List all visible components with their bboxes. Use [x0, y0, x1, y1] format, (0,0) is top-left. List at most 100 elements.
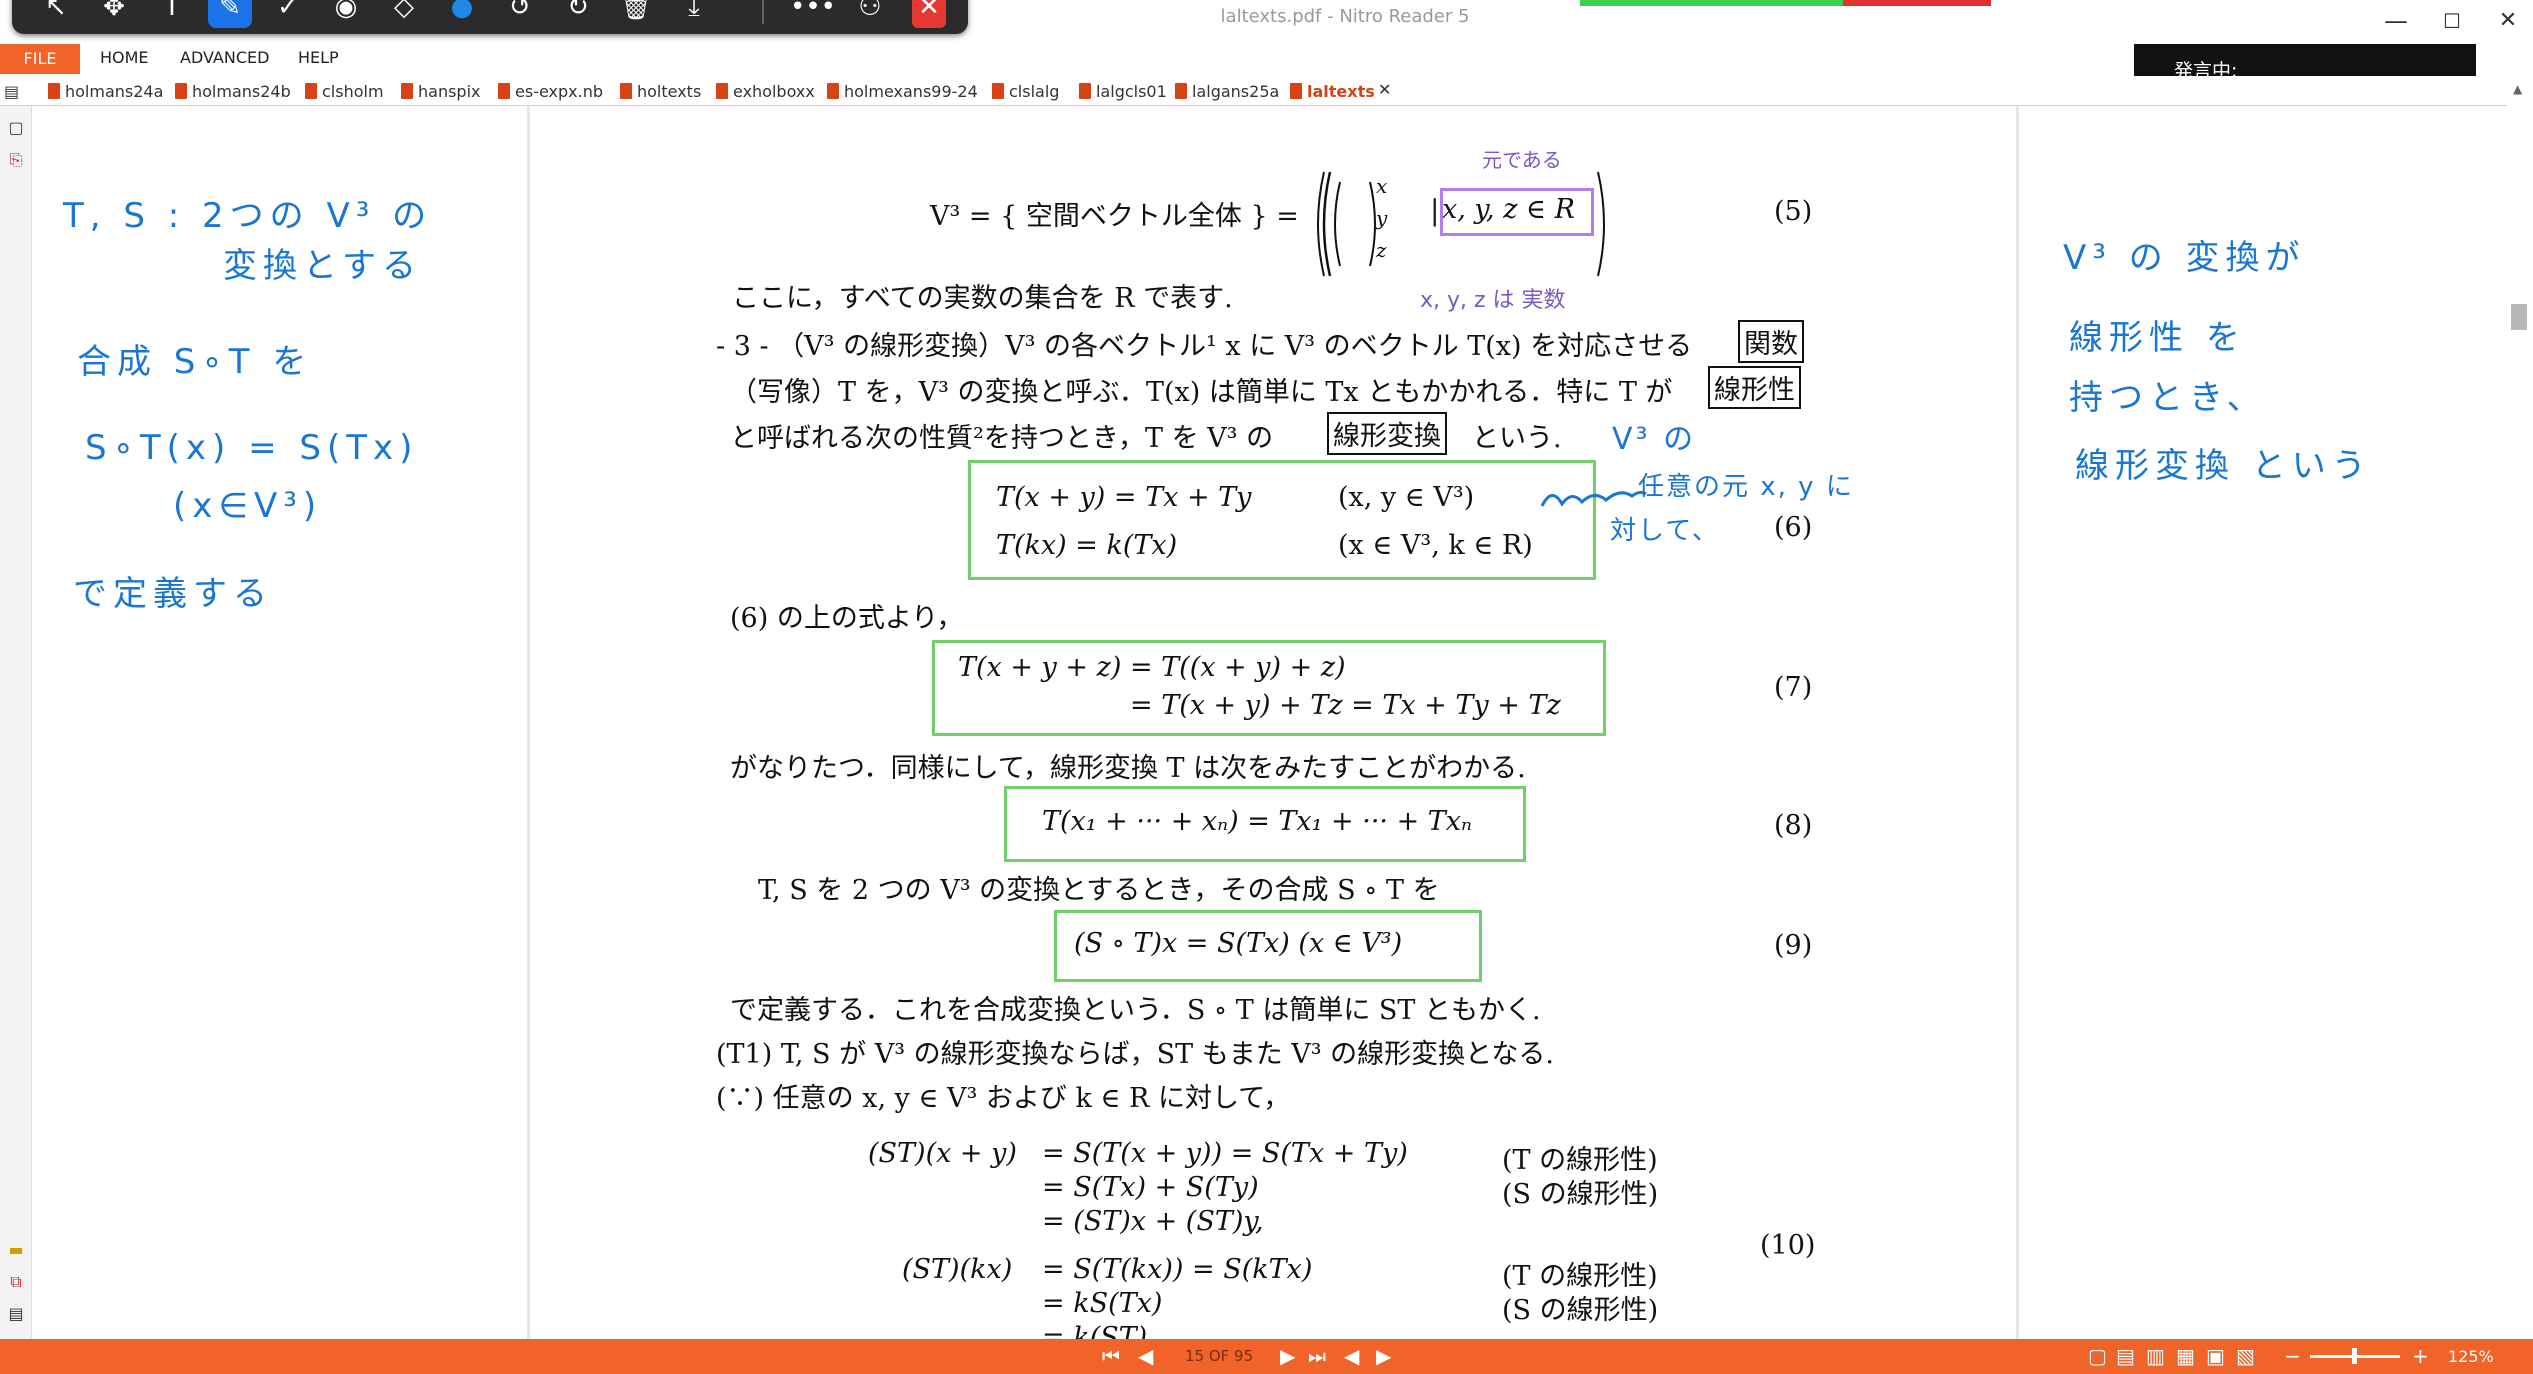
pdf-file-icon — [175, 83, 187, 99]
tab-holmexans99-24[interactable]: holmexans99-24 — [827, 80, 978, 104]
scrollbar-thumb[interactable] — [2511, 304, 2527, 330]
delete-icon[interactable]: 🗑 — [614, 0, 658, 28]
left-panel-strip: ▢ ⎘ ▬ ⧉ ▤ — [0, 106, 32, 1339]
eq6-line1: T(x + y) = Tx + Ty — [996, 482, 1252, 513]
close-button[interactable]: ✕ — [2478, 2, 2533, 40]
tab-es-expx[interactable]: es-expx.nb — [498, 80, 603, 104]
minimize-button[interactable]: — — [2366, 2, 2426, 40]
share-icon[interactable]: ⚇ — [848, 0, 892, 28]
tab-clsholm[interactable]: clsholm — [305, 80, 384, 104]
handwritten-note: V³ の — [1612, 422, 1697, 457]
prev-page-button[interactable]: ◀ — [1138, 1339, 1153, 1374]
last-page-button[interactable]: ⏭ — [1308, 1339, 1326, 1374]
tab-lalgcls01[interactable]: lalgcls01 — [1079, 80, 1167, 104]
menu-home[interactable]: HOME — [100, 48, 149, 67]
tab-laltexts[interactable]: laltexts — [1290, 80, 1375, 104]
handwritten-note: で定義する — [73, 574, 273, 614]
next-page-button[interactable]: ▶ — [1280, 1339, 1295, 1374]
zoom-level[interactable]: 125% — [2448, 1339, 2494, 1374]
bookmark-icon[interactable] — [6, 150, 26, 170]
fit-page-icon[interactable]: ▣ — [2206, 1339, 2225, 1374]
tab-label: holmans24a — [65, 82, 164, 101]
close-icon[interactable]: ✕ — [912, 0, 946, 28]
tab-holmans24b[interactable]: holmans24b — [175, 80, 291, 104]
window-title: laltexts.pdf - Nitro Reader 5 — [1220, 6, 1470, 27]
menu-help[interactable]: HELP — [298, 48, 339, 67]
eq6-number: (6) — [1774, 512, 1813, 543]
maximize-button[interactable]: ☐ — [2422, 2, 2482, 40]
first-page-button[interactable]: ⏮ — [1102, 1339, 1120, 1374]
tab-hanspix[interactable]: hanspix — [401, 80, 481, 104]
tab-label: holmexans99-24 — [844, 82, 978, 101]
move-icon[interactable]: ✥ — [92, 0, 136, 28]
eq10-note2: (S の線形性) — [1502, 1179, 1659, 1210]
menu-file[interactable]: FILE — [0, 44, 80, 74]
tab-label: lalgcls01 — [1096, 82, 1167, 101]
boxed-term-senkeisei: 線形性 — [1708, 366, 1801, 409]
handwritten-note: T, S : 2つの V³ の — [63, 196, 433, 236]
text-cursor-icon[interactable]: I — [150, 0, 194, 28]
eq10-rhs3: = (ST)x + (ST)y, — [1042, 1206, 1264, 1237]
pdf-file-icon — [620, 83, 632, 99]
tab-holtexts[interactable]: holtexts — [620, 80, 701, 104]
back-view-icon[interactable]: ◀ — [1344, 1339, 1359, 1374]
redo-icon[interactable]: ↻ — [556, 0, 600, 28]
eq5-outer-braces — [1317, 171, 1605, 277]
scroll-up-icon[interactable]: ▲ — [2513, 82, 2522, 96]
toolbar-divider — [762, 0, 764, 24]
text-line: (T1) T, S が V³ の線形変換ならば，ST もまた V³ の線形変換と… — [716, 1039, 1554, 1070]
pdf-file-icon — [827, 83, 839, 99]
tab-clslalg[interactable]: clslalg — [992, 80, 1059, 104]
red-indicator-bar — [1843, 0, 1991, 6]
copy-icon[interactable]: ⧉ — [6, 1272, 26, 1292]
page-indicator[interactable]: 15 OF 95 — [1185, 1339, 1253, 1374]
check-icon[interactable]: ✓ — [266, 0, 310, 28]
menu-advanced[interactable]: ADVANCED — [180, 48, 269, 67]
handwritten-note: S∘T(x) = S(Tx) — [85, 428, 419, 468]
facing-continuous-icon[interactable]: ▦ — [2176, 1339, 2195, 1374]
text-line: - 3 - （V³ の線形変換）V³ の各ベクトル¹ x に V³ のベクトル … — [716, 331, 1693, 362]
eq10-lhs1: (ST)(x + y) — [868, 1138, 1017, 1169]
tab-label: es-expx.nb — [515, 82, 603, 101]
zoom-out-button[interactable]: − — [2284, 1339, 2301, 1374]
vertical-scrollbar[interactable]: ▲ — [2507, 76, 2533, 1339]
pdf-file-icon — [992, 83, 1004, 99]
tab-lalgans25a[interactable]: lalgans25a — [1175, 80, 1279, 104]
tab-list-icon[interactable]: ▤ — [4, 80, 19, 104]
zoom-in-button[interactable]: + — [2412, 1339, 2429, 1374]
pdf-file-icon — [1175, 83, 1187, 99]
tab-label: exholboxx — [733, 82, 815, 101]
handwritten-note: 線形変換 という — [2075, 446, 2372, 486]
eraser-icon[interactable]: ◇ — [382, 0, 426, 28]
stamp-icon[interactable]: ◉ — [324, 0, 368, 28]
right-margin-notes: V³ の 変換が 線形性 を 持つとき、 線形変換 という — [2019, 106, 2507, 1339]
tab-label: clsholm — [322, 82, 384, 101]
color-dot-icon[interactable]: ● — [440, 0, 484, 28]
handwritten-note: 持つとき、 — [2069, 378, 2267, 418]
comments-icon[interactable]: ▬ — [6, 1240, 26, 1260]
zoom-slider-knob[interactable] — [2352, 1348, 2357, 1364]
fit-width-icon[interactable]: ▧ — [2236, 1339, 2255, 1374]
tab-close-icon[interactable]: ✕ — [1378, 80, 1391, 99]
tab-label: hanspix — [418, 82, 481, 101]
tab-holmans24a[interactable]: holmans24a — [48, 80, 163, 104]
drawing-toolbar: ↖ ✥ I ✎ ✓ ◉ ◇ ● ↺ ↻ 🗑 ⤓ ••• ⚇ ✕ — [12, 0, 968, 34]
tab-label: clslalg — [1009, 82, 1060, 101]
pages-panel-icon[interactable]: ▢ — [6, 118, 26, 138]
layers-icon[interactable]: ▤ — [6, 1304, 26, 1324]
continuous-page-icon[interactable]: ▤ — [2116, 1339, 2135, 1374]
pointer-icon[interactable]: ↖ — [34, 0, 78, 28]
text-line: （写像）T を，V³ の変換と呼ぶ．T(x) は簡単に Tx ともかかれる．特に… — [730, 377, 1673, 408]
single-page-icon[interactable]: ▢ — [2088, 1339, 2107, 1374]
undo-icon[interactable]: ↺ — [498, 0, 542, 28]
pen-icon[interactable]: ✎ — [208, 0, 252, 28]
more-icon[interactable]: ••• — [790, 0, 836, 28]
forward-view-icon[interactable]: ▶ — [1376, 1339, 1391, 1374]
facing-page-icon[interactable]: ▥ — [2146, 1339, 2165, 1374]
handwritten-note: 線形性 を — [2069, 318, 2246, 358]
download-icon[interactable]: ⤓ — [672, 0, 716, 28]
tab-exholboxx[interactable]: exholboxx — [716, 80, 815, 104]
eq10-rhs4: = S(T(kx)) = S(kTx) — [1042, 1254, 1313, 1285]
squiggle-annotation — [1540, 490, 1647, 507]
eq7-line1: T(x + y + z) = T((x + y) + z) — [958, 652, 1346, 683]
